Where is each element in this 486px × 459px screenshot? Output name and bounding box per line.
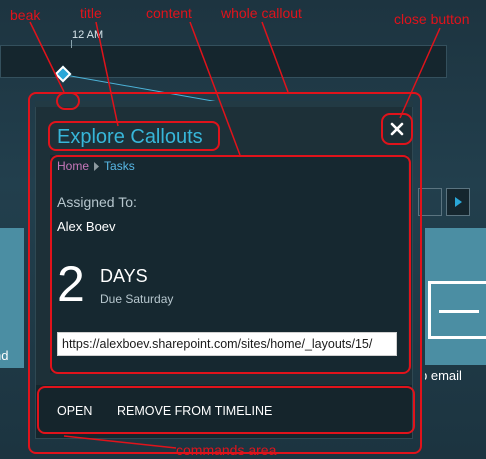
annotation-commands-area-box	[37, 386, 415, 434]
annotation-title-box	[48, 121, 220, 151]
annotation-content-label: content	[146, 5, 192, 21]
background-tile-left[interactable]	[0, 228, 24, 368]
annotation-beak-box	[56, 92, 80, 110]
email-icon	[428, 281, 486, 339]
annotation-title-label: title	[80, 5, 102, 21]
play-icon	[455, 197, 462, 207]
annotation-beak-label: beak	[10, 7, 41, 23]
timeline-nav-next[interactable]	[446, 188, 470, 216]
timeline-tick	[71, 40, 72, 48]
annotation-close-button-label: close button	[394, 11, 470, 27]
annotation-close-button-box	[381, 113, 413, 145]
background-tile-left-label: nd	[0, 348, 9, 363]
annotation-content-box	[50, 155, 411, 374]
annotation-commands-area-label: commands area	[176, 442, 277, 458]
timeline-time-label: 12 AM	[72, 29, 104, 41]
annotation-whole-callout-label: whole callout	[221, 5, 302, 21]
background-tile-right-label: p email	[425, 368, 462, 383]
